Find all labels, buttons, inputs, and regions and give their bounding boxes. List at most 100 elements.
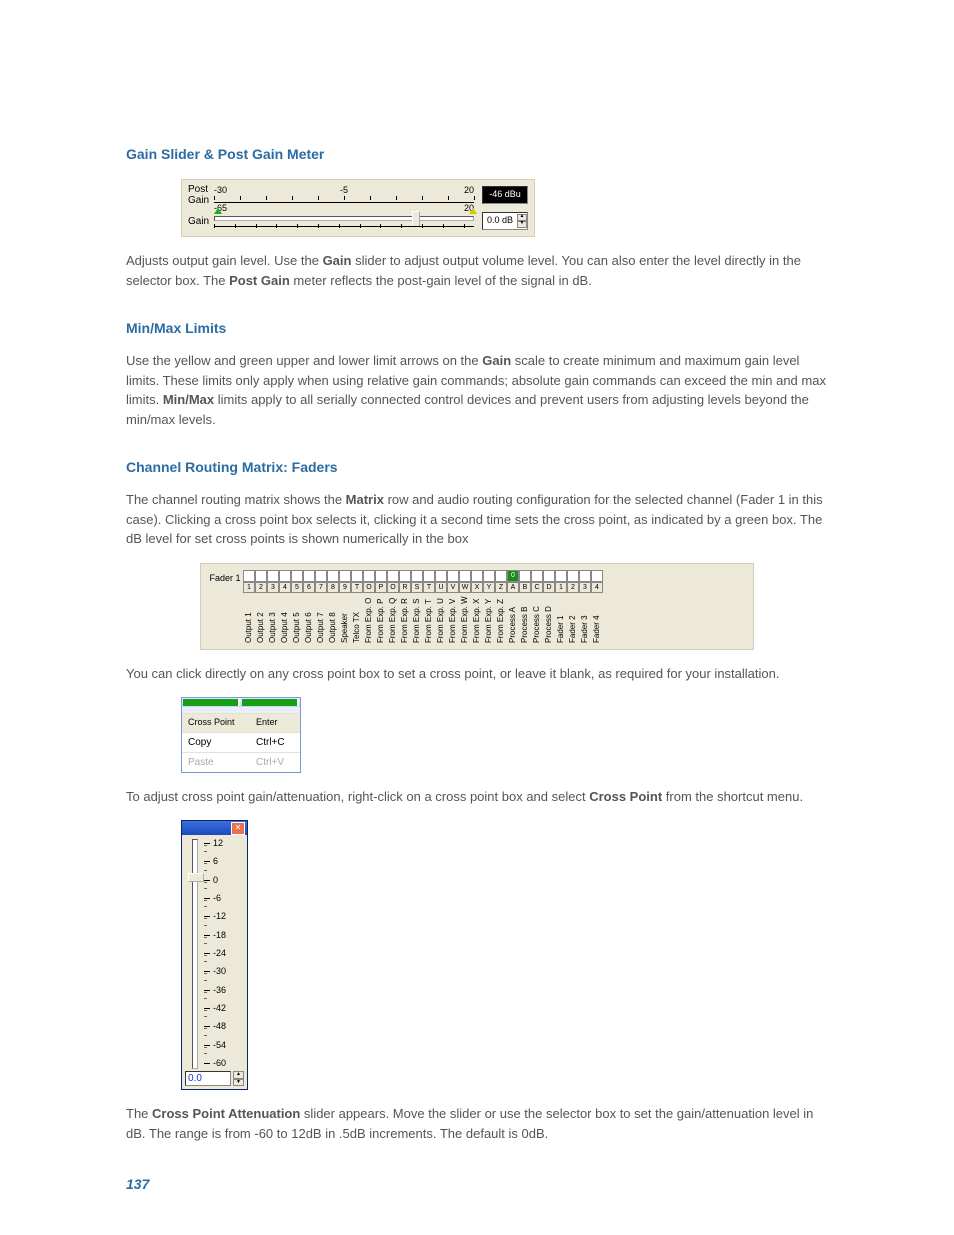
matrix-crosspoint[interactable] (495, 570, 507, 582)
matrix-crosspoint[interactable] (327, 570, 339, 582)
matrix-crosspoint[interactable] (351, 570, 363, 582)
matrix-header-cell: V (447, 582, 459, 593)
matrix-crosspoint[interactable] (279, 570, 291, 582)
matrix-crosspoint[interactable] (531, 570, 543, 582)
matrix-label-row: Output 1Output 2Output 3Output 4Output 5… (243, 593, 603, 643)
post-gain-readout: -46 dBu (482, 186, 528, 204)
gain-value-input[interactable]: 0.0 dB ▲▼ (482, 212, 528, 230)
matrix-header-cell: D (543, 582, 555, 593)
matrix-column-label: From Exp. R (399, 593, 411, 643)
matrix-column-label: From Exp. U (435, 593, 447, 643)
cpa-slider-thumb[interactable] (188, 873, 204, 882)
scale-min: -30 (214, 184, 227, 198)
matrix-column-label: Fader 3 (579, 593, 591, 643)
matrix-header-cell: 2 (255, 582, 267, 593)
matrix-header-row: 123456789TOPORSTUVWXYZABCD1234 (243, 582, 603, 593)
matrix-header-cell: X (471, 582, 483, 593)
matrix-crosspoint[interactable] (255, 570, 267, 582)
heading-gain-slider: Gain Slider & Post Gain Meter (126, 144, 828, 165)
matrix-column-label: Output 3 (267, 593, 279, 643)
matrix-column-label: Output 4 (279, 593, 291, 643)
context-header: Cross Point Enter (182, 713, 300, 732)
context-item-paste-shortcut: Ctrl+V (256, 755, 294, 770)
cpa-tick: -24 (204, 949, 226, 958)
matrix-crosspoint[interactable] (567, 570, 579, 582)
matrix-crosspoint[interactable] (555, 570, 567, 582)
matrix-crosspoint[interactable] (243, 570, 255, 582)
matrix-column-label: From Exp. P (375, 593, 387, 643)
matrix-crosspoint[interactable] (519, 570, 531, 582)
matrix-column-label: Fader 2 (567, 593, 579, 643)
gain-value: 0.0 dB (483, 214, 517, 228)
cpa-tick: -54 (204, 1041, 226, 1050)
para-minmax: Use the yellow and green upper and lower… (126, 351, 828, 429)
para-gain-desc: Adjusts output gain level. Use the Gain … (126, 251, 828, 290)
matrix-header-cell: C (531, 582, 543, 593)
matrix-crosspoint[interactable] (459, 570, 471, 582)
gain-spinner[interactable]: ▲▼ (517, 214, 527, 228)
cpa-titlebar[interactable]: ✕ (182, 821, 247, 835)
matrix-crosspoint[interactable] (339, 570, 351, 582)
matrix-crosspoint[interactable] (591, 570, 603, 582)
matrix-header-cell: 4 (591, 582, 603, 593)
context-item-copy[interactable]: Copy Ctrl+C (182, 732, 300, 752)
matrix-header-cell: U (435, 582, 447, 593)
spin-up-icon[interactable]: ▲ (233, 1071, 244, 1079)
matrix-header-cell: T (351, 582, 363, 593)
matrix-column-label: Telco TX (351, 593, 363, 643)
matrix-column-label: Output 1 (243, 593, 255, 643)
matrix-crosspoint[interactable] (483, 570, 495, 582)
cpa-slider-track[interactable] (186, 839, 204, 1067)
cpa-tick: 12 (204, 839, 223, 848)
spin-down-icon[interactable]: ▼ (517, 221, 527, 228)
matrix-column-label: From Exp. O (363, 593, 375, 643)
figure-cpa-slider: ✕ 1260-6-12-18-24-30-36-42-48-54-60 0.0 … (181, 820, 828, 1090)
matrix-column-label: From Exp. Z (495, 593, 507, 643)
matrix-header-cell: O (363, 582, 375, 593)
matrix-crosspoint[interactable]: 0 (507, 570, 519, 582)
matrix-crosspoint[interactable] (435, 570, 447, 582)
matrix-crosspoint[interactable] (315, 570, 327, 582)
matrix-header-cell: 3 (267, 582, 279, 593)
cpa-window: ✕ 1260-6-12-18-24-30-36-42-48-54-60 0.0 … (181, 820, 248, 1090)
spin-down-icon[interactable]: ▼ (233, 1079, 244, 1087)
matrix-crosspoint[interactable] (291, 570, 303, 582)
heading-faders: Channel Routing Matrix: Faders (126, 457, 828, 478)
cpa-value-input[interactable]: 0.0 (185, 1071, 231, 1086)
figure-matrix: Fader 1 0 123456789TOPORSTUVWXYZABCD1234… (126, 563, 828, 650)
matrix-column-label: From Exp. X (471, 593, 483, 643)
matrix-crosspoint[interactable] (387, 570, 399, 582)
cpa-tick: -36 (204, 986, 226, 995)
cpa-tick: 6 (204, 857, 218, 866)
scale-max: 20 (464, 184, 474, 198)
para-matrix-click: You can click directly on any cross poin… (126, 664, 828, 684)
matrix-crosspoint[interactable] (363, 570, 375, 582)
cpa-spinner[interactable]: ▲ ▼ (233, 1071, 244, 1086)
matrix-crosspoint[interactable] (447, 570, 459, 582)
matrix-crosspoint[interactable] (471, 570, 483, 582)
matrix-column-label: Process B (519, 593, 531, 643)
matrix-column-label: Speaker (339, 593, 351, 643)
gain-slider[interactable]: -65 20 (214, 210, 474, 232)
matrix-column-label: Output 7 (315, 593, 327, 643)
matrix-column-label: From Exp. S (411, 593, 423, 643)
matrix-crosspoint[interactable] (423, 570, 435, 582)
cpa-scale: 1260-6-12-18-24-30-36-42-48-54-60 (204, 839, 243, 1067)
matrix-header-cell: 1 (555, 582, 567, 593)
matrix-crosspoint[interactable] (267, 570, 279, 582)
context-header-col2: Enter (256, 716, 294, 730)
matrix-crosspoint[interactable] (579, 570, 591, 582)
matrix-column-label: Output 5 (291, 593, 303, 643)
matrix-crosspoint[interactable] (543, 570, 555, 582)
matrix-column-label: Process D (543, 593, 555, 643)
matrix-crosspoint[interactable] (375, 570, 387, 582)
matrix-header-cell: B (519, 582, 531, 593)
cpa-tick: -12 (204, 912, 226, 921)
matrix-column-label: Output 2 (255, 593, 267, 643)
matrix-crosspoint[interactable] (411, 570, 423, 582)
matrix-crosspoint[interactable] (399, 570, 411, 582)
close-icon[interactable]: ✕ (231, 822, 245, 835)
matrix-crosspoint[interactable] (303, 570, 315, 582)
matrix-header-cell: 8 (327, 582, 339, 593)
matrix-header-cell: 4 (279, 582, 291, 593)
